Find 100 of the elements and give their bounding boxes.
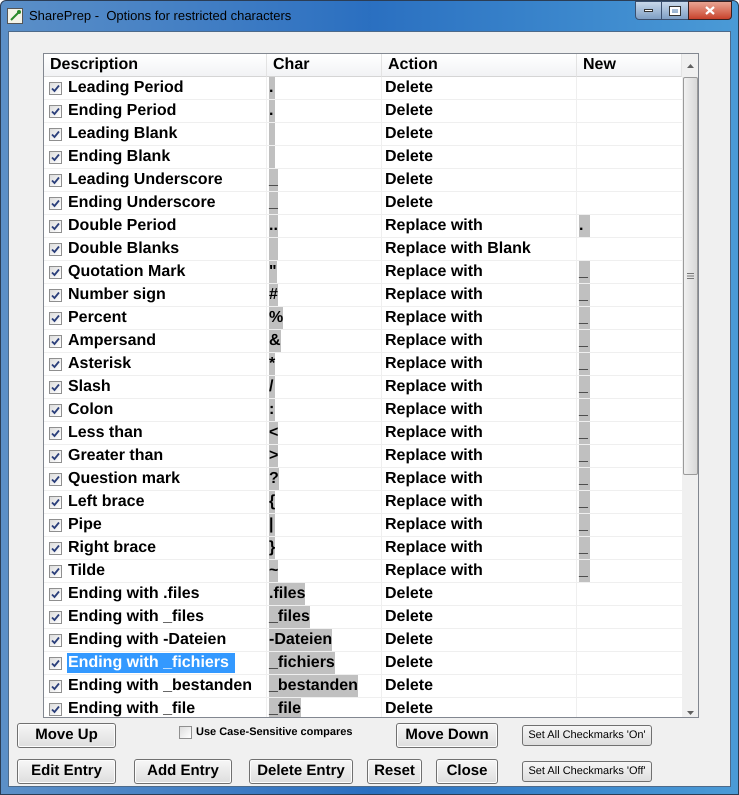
close-button[interactable]: [688, 1, 732, 20]
char-cell: _fichiers: [269, 652, 335, 674]
column-header[interactable]: Char: [267, 54, 382, 77]
minimize-button[interactable]: [635, 1, 662, 20]
row-checkbox[interactable]: [49, 266, 62, 278]
row-checkbox[interactable]: [49, 128, 62, 140]
action-cell-text: Delete: [385, 630, 434, 650]
description-cell[interactable]: Leading Blank: [67, 124, 178, 144]
char-cell: |: [269, 514, 275, 536]
row-checkbox[interactable]: [49, 634, 62, 646]
check-icon: [51, 290, 60, 300]
description-cell[interactable]: Asterisk: [67, 354, 132, 374]
column-header[interactable]: Action: [382, 54, 577, 77]
set-all-on-button[interactable]: Set All Checkmarks 'On': [522, 725, 652, 746]
row-checkbox[interactable]: [49, 312, 62, 324]
new-char-cell: _: [579, 330, 590, 352]
description-cell[interactable]: Double Period: [67, 216, 178, 236]
row-checkbox[interactable]: [49, 174, 62, 186]
action-button[interactable]: Reset: [367, 759, 422, 784]
description-cell[interactable]: Pipe: [67, 515, 103, 535]
description-cell[interactable]: Ending with _files: [67, 607, 206, 627]
check-icon: [51, 498, 60, 506]
row-checkbox[interactable]: [49, 358, 62, 370]
action-button[interactable]: Delete Entry: [249, 759, 353, 784]
case-sensitive-checkbox[interactable]: [179, 726, 192, 739]
scroll-up-icon[interactable]: [686, 64, 694, 68]
new-char-cell: _: [579, 399, 590, 421]
description-cell[interactable]: Left brace: [67, 492, 146, 512]
row-checkbox[interactable]: [49, 610, 62, 624]
row-checkbox[interactable]: [49, 588, 62, 600]
action-cell-text: Replace with: [385, 469, 483, 489]
row-checkbox[interactable]: [49, 656, 62, 670]
char-cell: <: [269, 422, 278, 444]
row-checkbox[interactable]: [49, 518, 62, 532]
description-cell[interactable]: Leading Period: [67, 78, 185, 98]
row-checkbox[interactable]: [49, 542, 62, 554]
description-cell[interactable]: Ending with _bestanden: [67, 676, 254, 696]
description-cell[interactable]: Ampersand: [67, 331, 158, 351]
move-down-button[interactable]: Move Down: [396, 723, 498, 748]
row-checkbox[interactable]: [49, 104, 62, 118]
row-checkbox[interactable]: [49, 242, 62, 256]
row-checkbox[interactable]: [49, 404, 62, 416]
description-cell[interactable]: Number sign: [67, 285, 167, 305]
check-icon: [51, 198, 60, 208]
description-cell[interactable]: Slash: [67, 377, 112, 397]
row-checkbox[interactable]: [49, 220, 62, 232]
description-cell[interactable]: Ending Blank: [67, 147, 172, 167]
description-cell[interactable]: Question mark: [67, 469, 182, 489]
row-checkbox[interactable]: [49, 680, 62, 692]
row-checkbox[interactable]: [49, 82, 62, 94]
row-checkbox[interactable]: [49, 380, 62, 394]
char-cell: _bestanden: [269, 675, 358, 697]
description-cell[interactable]: Colon: [67, 400, 114, 420]
row-checkbox[interactable]: [49, 702, 62, 716]
description-cell[interactable]: Ending Period: [67, 101, 178, 121]
row-checkbox[interactable]: [49, 426, 62, 440]
description-cell[interactable]: Leading Underscore: [67, 170, 224, 190]
maximize-button[interactable]: [662, 1, 688, 20]
row-checkbox[interactable]: [49, 472, 62, 486]
check-icon: [51, 452, 60, 460]
row-checkbox[interactable]: [49, 150, 62, 164]
description-cell[interactable]: Right brace: [67, 538, 158, 558]
description-cell[interactable]: Less than: [67, 423, 144, 443]
set-all-off-button[interactable]: Set All Checkmarks 'Off': [522, 761, 652, 782]
row-checkbox[interactable]: [49, 564, 62, 578]
row-checkbox[interactable]: [49, 288, 62, 302]
char-cell: _file: [269, 698, 302, 717]
scroll-down-icon[interactable]: [686, 711, 694, 715]
description-cell[interactable]: Quotation Mark: [67, 262, 186, 282]
check-icon: [51, 222, 60, 230]
check-icon: [51, 704, 60, 714]
move-up-button[interactable]: Move Up: [17, 723, 116, 748]
action-button[interactable]: Add Entry: [134, 759, 232, 784]
char-cell: &: [269, 330, 281, 352]
action-button[interactable]: Close: [436, 759, 498, 784]
new-char-cell: _: [579, 468, 590, 490]
check-icon: [51, 314, 60, 322]
action-cell-text: Delete: [385, 124, 434, 144]
new-char-cell: _: [579, 353, 590, 375]
action-button[interactable]: Edit Entry: [17, 759, 116, 784]
check-icon: [51, 520, 60, 530]
action-cell-text: Replace with: [385, 262, 483, 282]
check-icon: [51, 244, 60, 254]
description-cell[interactable]: Ending with -Dateien: [67, 630, 228, 650]
check-icon: [51, 612, 60, 622]
row-checkbox[interactable]: [49, 496, 62, 508]
description-cell[interactable]: Tilde: [67, 561, 106, 581]
row-checkbox[interactable]: [49, 196, 62, 210]
description-cell[interactable]: Double Blanks: [67, 239, 180, 259]
column-header[interactable]: New: [577, 54, 682, 77]
description-cell[interactable]: Percent: [67, 308, 128, 328]
column-header[interactable]: Description: [44, 54, 267, 77]
description-cell[interactable]: Greater than: [67, 446, 164, 466]
description-cell[interactable]: Ending Underscore: [67, 193, 217, 213]
description-cell[interactable]: Ending with _file: [67, 699, 196, 717]
row-checkbox[interactable]: [49, 450, 62, 462]
action-cell-text: Delete: [385, 607, 434, 627]
char-cell: _: [269, 192, 278, 214]
row-checkbox[interactable]: [49, 334, 62, 348]
description-cell[interactable]: Ending with .files: [67, 584, 201, 604]
